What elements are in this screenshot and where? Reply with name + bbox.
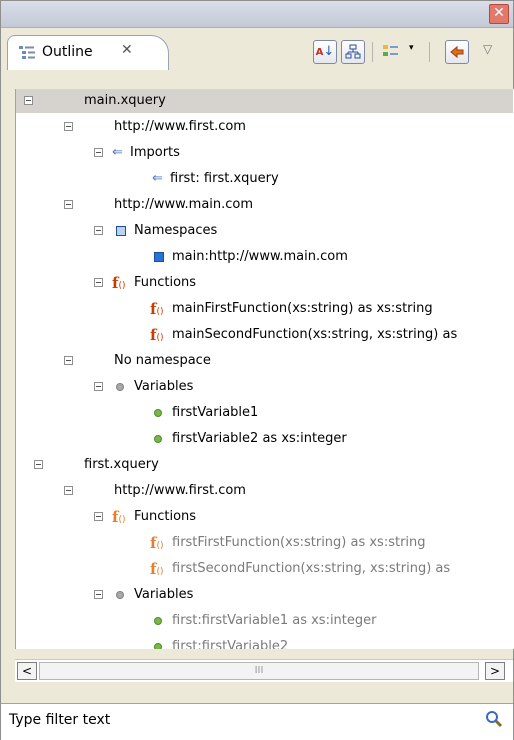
collapse-icon[interactable] [64, 200, 73, 209]
collapse-icon[interactable] [34, 460, 43, 469]
tree-item-label: Namespaces [134, 223, 218, 238]
tab-close-icon[interactable]: ✕ [121, 42, 133, 58]
collapse-icon[interactable] [94, 382, 103, 391]
scroll-right-button[interactable]: > [485, 662, 505, 680]
tree-item-label: main:http://www.main.com [172, 249, 348, 264]
outline-icon [19, 46, 35, 59]
tree-item-label: http://www.first.com [114, 483, 246, 498]
variable-icon [154, 435, 162, 443]
variables-icon [116, 591, 124, 599]
show-hierarchy-button[interactable] [341, 40, 365, 64]
tree-item-label: mainSecondFunction(xs:string, xs:string)… [172, 327, 458, 342]
tree-item-label: firstVariable1 [172, 405, 259, 420]
import-icon: ⇐ [152, 171, 163, 186]
outline-tab-label: Outline [42, 44, 93, 60]
variable-icon [154, 409, 162, 417]
tree-item-label: firstVariable2 as xs:integer [172, 431, 347, 446]
tree-item-label: Imports [130, 145, 180, 160]
tree-item-label: first.xquery [84, 457, 159, 472]
link-with-editor-button[interactable] [445, 40, 469, 64]
outline-tree: main.xquery http://www.first.com ⇐ Impor… [15, 89, 514, 649]
horizontal-scrollbar[interactable]: < III > [15, 659, 513, 682]
tree-item-label: first:firstVariable1 as xs:integer [172, 613, 377, 628]
variable-icon [154, 617, 162, 625]
tree-item-label: Variables [134, 587, 194, 602]
back-arrow-icon [450, 45, 464, 59]
search-icon[interactable] [485, 710, 503, 728]
collapse-icon[interactable] [94, 590, 103, 599]
collapse-icon[interactable] [24, 96, 33, 105]
import-icon: ⇐ [112, 145, 123, 160]
collapse-icon[interactable] [64, 356, 73, 365]
filter-dropdown-icon[interactable]: ▾ [409, 43, 414, 53]
function-icon: f() [150, 300, 164, 318]
filter-input[interactable]: Type filter text [9, 712, 110, 728]
scroll-left-button[interactable]: < [17, 662, 37, 680]
tree-item-label: Functions [134, 275, 197, 290]
toolbar-separator [372, 42, 373, 62]
filter-bar: Type filter text [1, 703, 513, 740]
outline-tab[interactable]: Outline ✕ [7, 35, 169, 70]
tree-item-label: Functions [134, 509, 197, 524]
collapse-icon[interactable] [94, 148, 103, 157]
tree-item-label: firstFirstFunction(xs:string) as xs:stri… [172, 535, 426, 550]
functions-icon: f() [112, 274, 126, 292]
scroll-thumb[interactable]: III [39, 662, 479, 680]
function-icon: f() [150, 560, 164, 578]
tree-row[interactable]: main.xquery [16, 89, 513, 113]
outline-window: ✕ Outline ✕ A↓ ▾ ▽ main.xquery http://ww… [0, 0, 514, 740]
title-bar: ✕ [1, 1, 513, 28]
filter-nodes-icon [383, 45, 398, 56]
collapse-icon[interactable] [94, 512, 103, 521]
collapse-icon[interactable] [64, 122, 73, 131]
tree-item-label: Variables [134, 379, 194, 394]
function-icon: f() [150, 326, 164, 344]
tree-item-label: http://www.main.com [114, 197, 254, 212]
tree-item-label: mainFirstFunction(xs:string) as xs:strin… [172, 301, 433, 316]
tree-item-label: first:firstVariable2 [172, 639, 289, 649]
tree-item-label: No namespace [114, 353, 211, 368]
sort-button[interactable]: A↓ [313, 40, 337, 64]
function-icon: f() [150, 534, 164, 552]
functions-icon: f() [112, 508, 126, 526]
view-menu-icon[interactable]: ▽ [483, 42, 492, 56]
collapse-icon[interactable] [94, 226, 103, 235]
tree-item-label: http://www.first.com [114, 119, 246, 134]
filter-selection-button[interactable] [379, 40, 403, 64]
tree-item-label: first: first.xquery [170, 171, 279, 186]
tree-item-label: firstSecondFunction(xs:string, xs:string… [172, 561, 451, 576]
variable-icon [154, 643, 162, 649]
sort-arrow-icon: ↓ [323, 44, 335, 59]
tree-item-label: main.xquery [84, 93, 166, 108]
namespace-icon [154, 252, 164, 262]
close-button[interactable]: ✕ [489, 4, 509, 24]
toolbar-separator-2 [429, 42, 430, 62]
collapse-icon[interactable] [94, 278, 103, 287]
variables-icon [116, 383, 124, 391]
hierarchy-icon [345, 44, 361, 59]
view-tab-bar: Outline ✕ A↓ ▾ ▽ [1, 28, 513, 70]
namespaces-icon [116, 226, 126, 236]
collapse-icon[interactable] [64, 486, 73, 495]
